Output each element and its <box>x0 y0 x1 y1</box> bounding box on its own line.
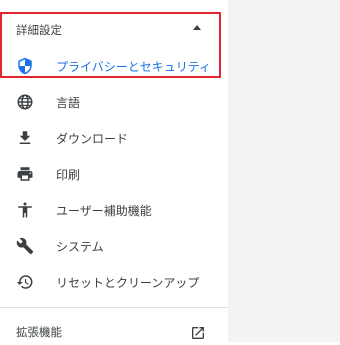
sidebar-divider <box>0 307 228 308</box>
sidebar-item-label: 印刷 <box>56 168 81 182</box>
sidebar-item-label: ダウンロード <box>56 132 129 146</box>
sidebar-item-label: ユーザー補助機能 <box>56 204 152 218</box>
sidebar-item-downloads[interactable]: ダウンロード <box>0 120 221 156</box>
sidebar-item-label: 言語 <box>56 96 81 110</box>
sidebar-item-label: リセットとクリーンアップ <box>56 276 200 290</box>
sidebar-item-privacy-security[interactable]: プライバシーとセキュリティ <box>0 48 221 84</box>
sidebar-item-label: プライバシーとセキュリティ <box>56 60 212 74</box>
advanced-section-toggle[interactable]: 詳細設定 <box>0 14 221 44</box>
download-icon <box>16 129 34 147</box>
shield-icon <box>16 57 34 75</box>
sidebar-item-reset-cleanup[interactable]: リセットとクリーンアップ <box>0 264 221 300</box>
accessibility-icon <box>16 201 34 219</box>
sidebar-item-label: 拡張機能 <box>16 325 62 339</box>
wrench-icon <box>16 237 34 255</box>
content-background <box>228 0 340 342</box>
open-in-new-icon <box>190 325 206 341</box>
printer-icon <box>16 165 34 183</box>
caret-up-icon <box>193 25 201 30</box>
advanced-section-label: 詳細設定 <box>16 23 62 37</box>
sidebar-item-system[interactable]: システム <box>0 228 221 264</box>
sidebar-item-label: システム <box>56 240 104 254</box>
sidebar-item-printing[interactable]: 印刷 <box>0 156 221 192</box>
sidebar-item-language[interactable]: 言語 <box>0 84 221 120</box>
sidebar-item-extensions[interactable]: 拡張機能 <box>0 318 221 342</box>
sidebar-item-accessibility[interactable]: ユーザー補助機能 <box>0 192 221 228</box>
globe-icon <box>16 93 34 111</box>
settings-sidebar: 詳細設定 プライバシーとセキュリティ 言語 ダウンロード 印刷 ユーザー補助機能… <box>0 0 228 342</box>
restore-icon <box>16 273 34 291</box>
